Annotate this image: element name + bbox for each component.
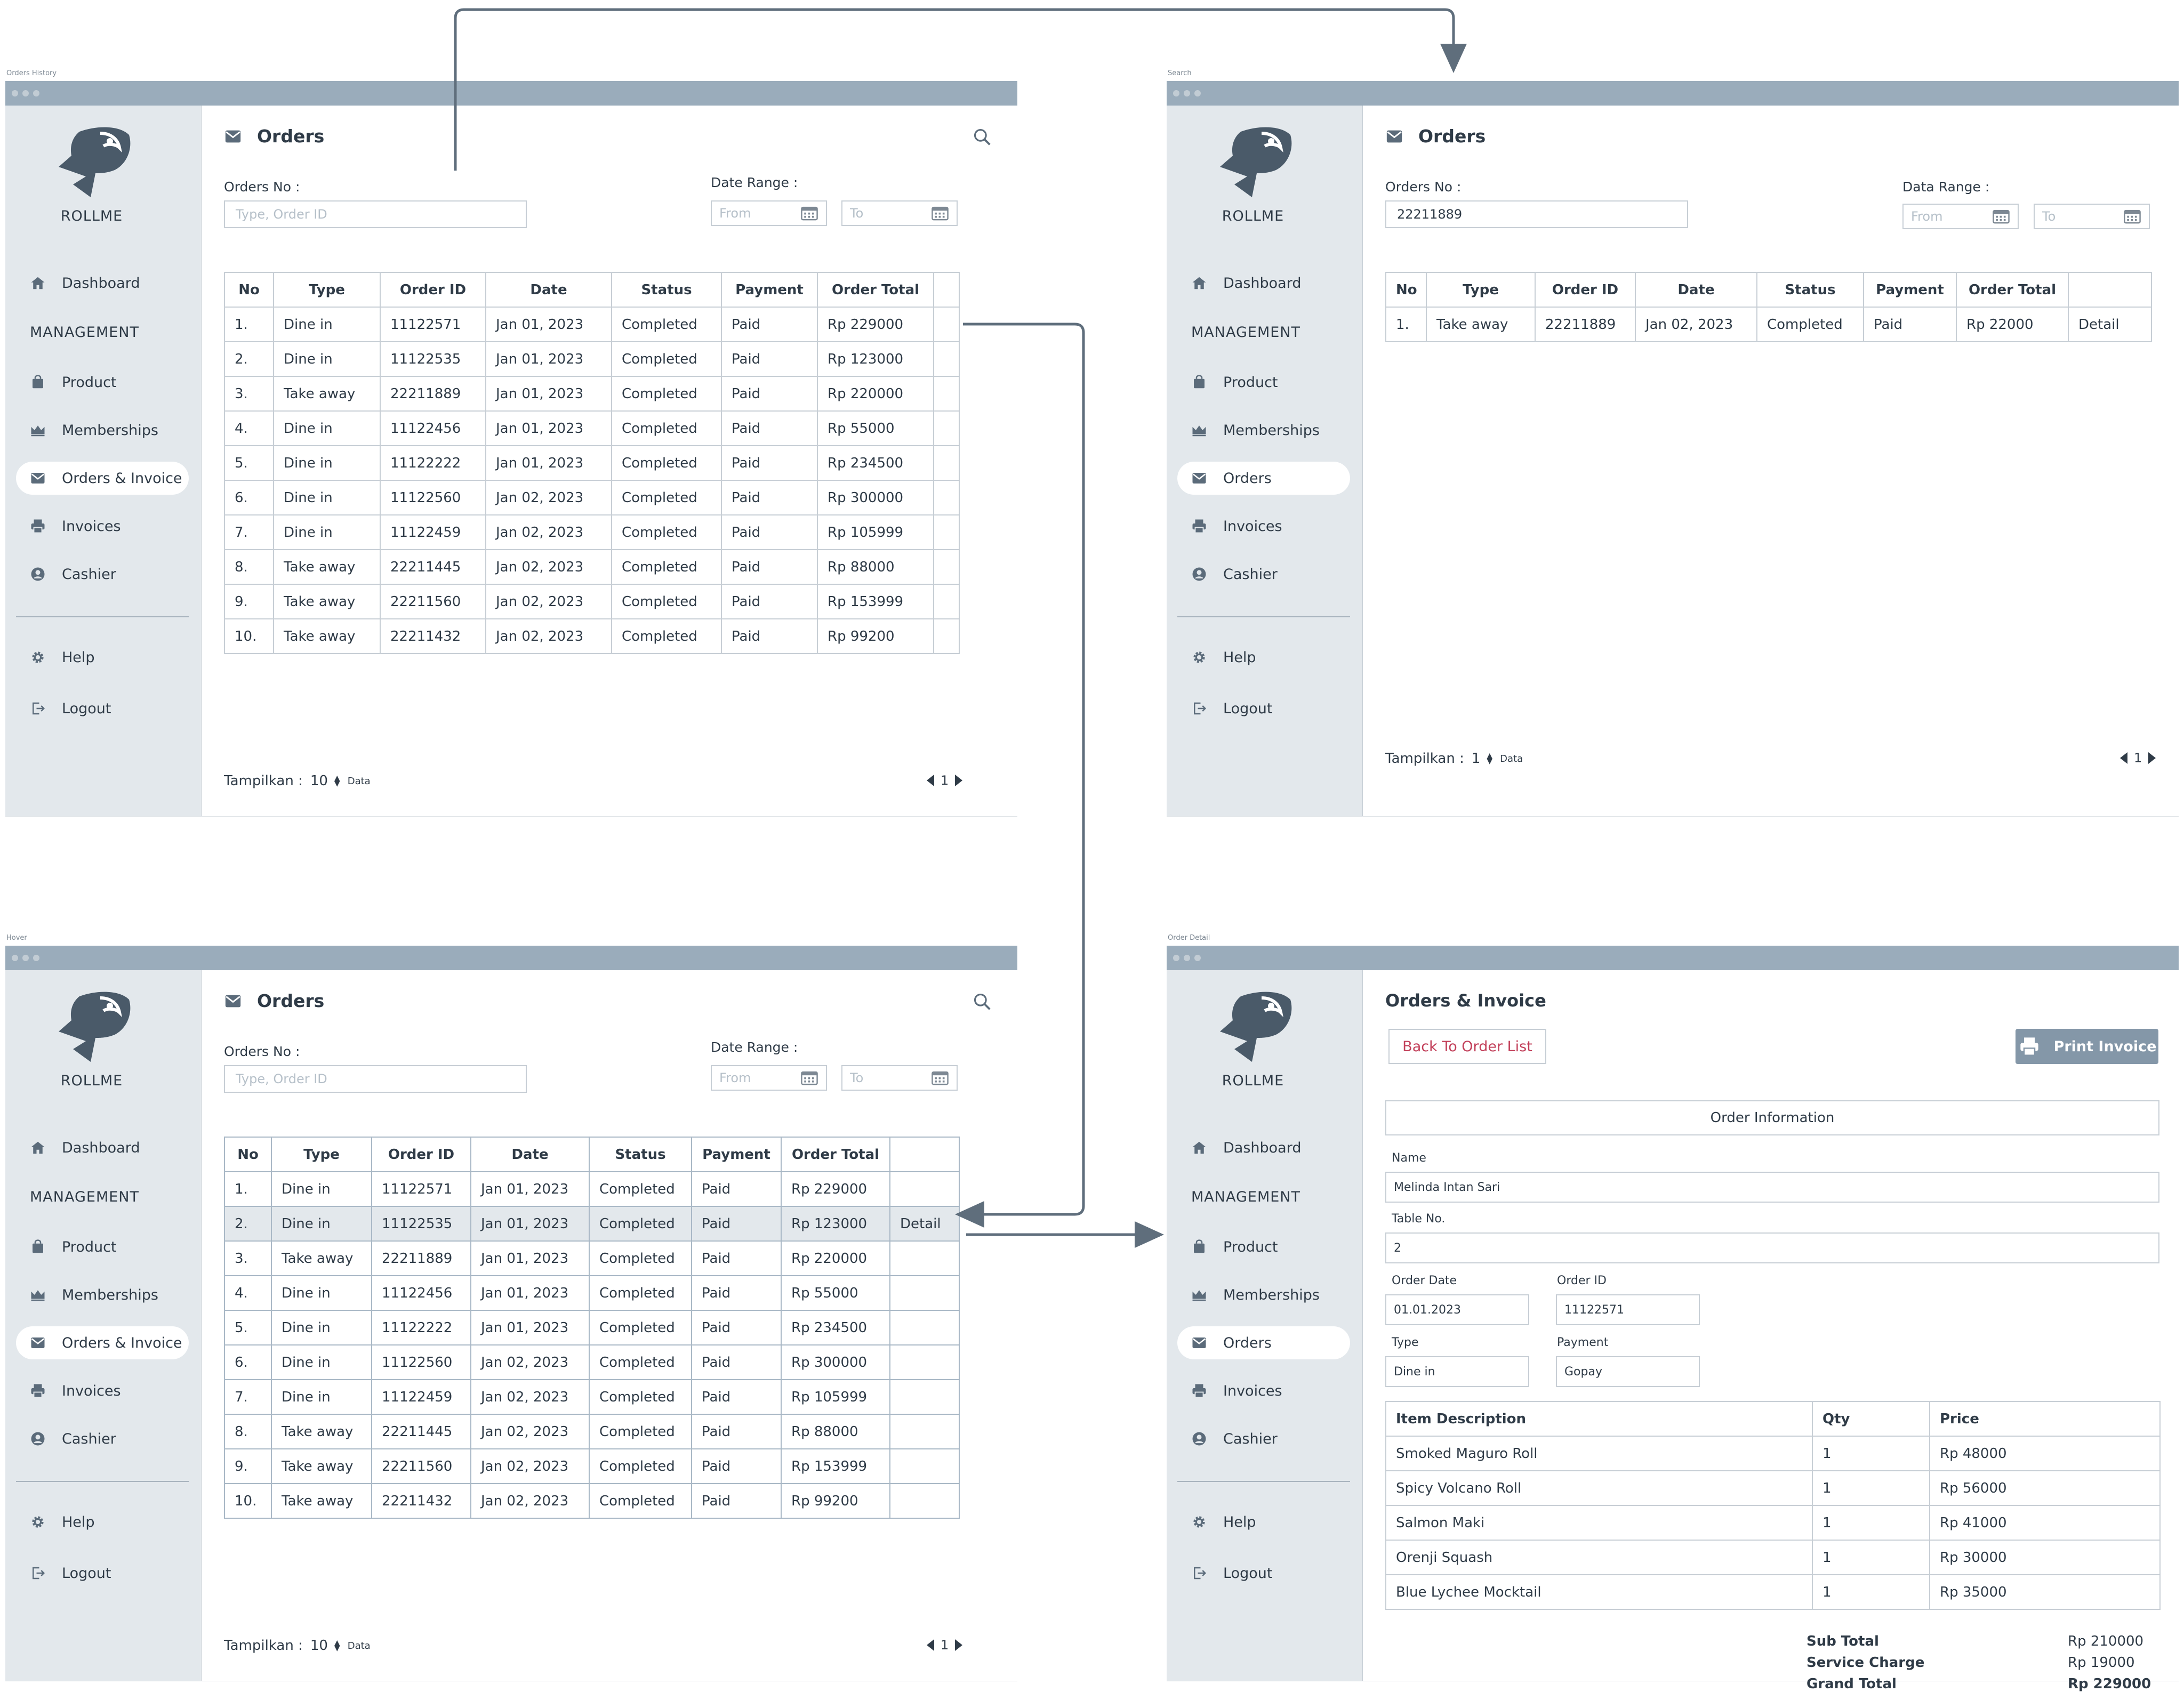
- connector-hover-flow: [955, 323, 1085, 1228]
- flow-connectors: [454, 8, 1467, 1248]
- connector-search-flow: [454, 8, 1467, 171]
